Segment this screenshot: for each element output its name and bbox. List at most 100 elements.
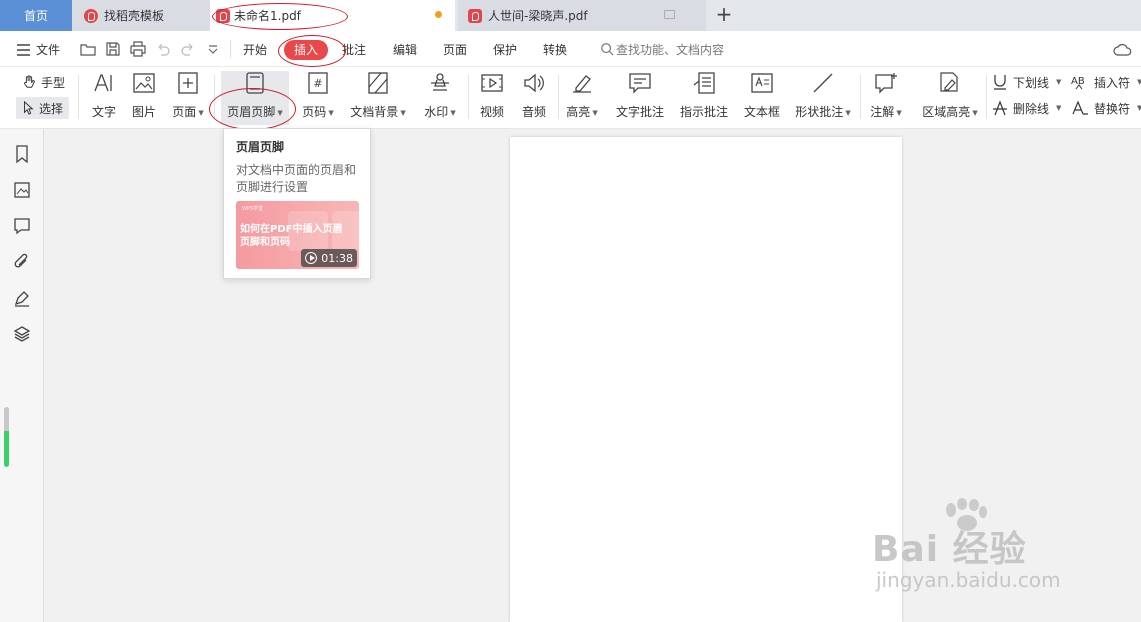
underline-label: 下划线 (1013, 75, 1050, 90)
shape-comment-button[interactable]: 形状批注 ▼ (792, 71, 854, 125)
strikethrough-label: 删除线 (1013, 101, 1050, 116)
text-comment-button[interactable]: 文字批注 (612, 71, 668, 125)
feature-search-input[interactable]: 查找功能、文档内容 (616, 40, 724, 60)
image-icon (133, 73, 155, 93)
open-folder-icon[interactable] (80, 41, 96, 57)
tab-home[interactable]: 首页 (0, 0, 72, 31)
insert-mark-icon: AB (1071, 76, 1085, 90)
annotation-button[interactable]: 注解 ▼ (866, 71, 906, 125)
replace-mark-label: 替换符 (1094, 101, 1131, 116)
hand-tool-label: 手型 (41, 75, 66, 90)
thumb-title: 如何在PDF中插入页眉页脚和页码 (240, 224, 343, 248)
replace-mark-button[interactable]: 替换符 ▼ (1071, 98, 1141, 118)
annotation-ellipse-tab (212, 3, 348, 30)
insert-page-button[interactable]: 页面 ▼ (166, 71, 210, 125)
tab-templates-label: 找稻壳模板 (104, 9, 165, 23)
underline-icon (994, 75, 1006, 90)
play-icon (305, 252, 318, 264)
tooltip-description: 对文档中页面的页眉和页脚进行设置 (236, 163, 357, 194)
page-number-label: 页码 (302, 105, 327, 119)
divider (78, 75, 79, 119)
insert-text-label: 文字 (91, 105, 116, 119)
comment-icon[interactable] (13, 217, 31, 235)
underline-button[interactable]: 下划线 ▼ (992, 72, 1061, 92)
page-number-icon: # (308, 72, 328, 94)
hamburger-menu-icon[interactable] (16, 42, 32, 58)
search-icon (601, 43, 614, 56)
tab-home-label: 首页 (23, 9, 48, 23)
redo-icon[interactable] (180, 41, 196, 57)
svg-text:AB: AB (1071, 76, 1085, 87)
print-icon[interactable] (130, 41, 146, 57)
bookmark-icon[interactable] (13, 145, 31, 163)
insert-audio-label: 音频 (521, 105, 546, 119)
insert-text-button[interactable]: 文字 (86, 71, 122, 125)
text-icon (94, 74, 112, 92)
sidebar-scroll-indicator[interactable] (4, 407, 9, 467)
document-background-label: 文档背景 (350, 105, 399, 119)
divider (986, 75, 987, 119)
textbox-button[interactable]: 文本框 (740, 71, 784, 125)
document-background-button[interactable]: 文档背景 ▼ (346, 71, 410, 125)
background-icon (368, 72, 388, 94)
header-footer-tooltip: 页眉页脚 对文档中页面的页眉和页脚进行设置 WPS学堂 如何在PDF中插入页眉页… (223, 128, 371, 279)
baidu-jingyan-watermark: Bai 经验 jingyan.baidu.com (872, 498, 1112, 608)
divider (558, 75, 559, 119)
watermark-button[interactable]: 水印 ▼ (418, 71, 462, 125)
video-duration: 01:38 (321, 251, 353, 265)
tab-doc2-label: 人世间-梁晓声.pdf (488, 9, 588, 23)
insert-image-label: 图片 (131, 105, 156, 119)
add-page-icon (178, 72, 198, 94)
new-tab-button[interactable]: + (712, 3, 736, 27)
callout-comment-button[interactable]: 指示批注 (676, 71, 732, 125)
insert-mark-button[interactable]: AB 插入符 ▼ (1071, 72, 1141, 92)
video-duration-badge: 01:38 (301, 249, 357, 267)
cloud-sync-icon[interactable] (1113, 42, 1133, 58)
insert-page-label: 页面 (172, 105, 197, 119)
docer-logo-icon (84, 8, 98, 23)
strikethrough-button[interactable]: 删除线 ▼ (992, 98, 1061, 118)
tab-document-renshijian[interactable]: 人世间-梁晓声.pdf (458, 0, 706, 31)
monitor-icon (664, 10, 675, 19)
app-window: 首页 找稻壳模板 未命名1.pdf 人世间-梁晓声.pdf + 文件 开始 插入… (0, 0, 1141, 622)
signature-icon[interactable] (13, 289, 31, 307)
undo-icon[interactable] (155, 41, 171, 57)
tab-templates[interactable]: 找稻壳模板 (72, 0, 210, 31)
menu-convert[interactable]: 转换 (543, 40, 567, 60)
menu-page[interactable]: 页面 (443, 40, 467, 60)
tutorial-video-thumbnail[interactable]: WPS学堂 如何在PDF中插入页眉页脚和页码 01:38 (236, 201, 359, 269)
insert-audio-button[interactable]: 音频 (516, 71, 552, 125)
insert-video-label: 视频 (479, 105, 504, 119)
area-highlight-button[interactable]: 区域高亮 ▼ (916, 71, 984, 125)
file-menu[interactable]: 文件 (36, 40, 60, 60)
video-icon (481, 74, 503, 92)
insert-video-button[interactable]: 视频 (474, 71, 510, 125)
highlight-label: 高亮 (566, 105, 591, 119)
layers-icon[interactable] (13, 325, 31, 343)
area-highlight-label: 区域高亮 (922, 105, 971, 119)
select-tool-button[interactable]: 选择 (16, 97, 70, 119)
pointer-icon (24, 101, 34, 115)
divider (860, 75, 861, 119)
menu-protect[interactable]: 保护 (493, 40, 517, 60)
quick-access-dropdown-icon[interactable] (205, 41, 221, 57)
highlight-button[interactable]: 高亮 ▼ (562, 71, 602, 125)
highlighter-icon (573, 75, 591, 93)
left-sidebar (0, 129, 44, 622)
menu-edit[interactable]: 编辑 (393, 40, 417, 60)
hand-tool-button[interactable]: 手型 (22, 72, 65, 92)
select-tool-label: 选择 (39, 101, 64, 116)
save-icon[interactable] (105, 41, 121, 57)
attachment-icon[interactable] (13, 253, 31, 271)
textbox-icon (751, 73, 773, 93)
pdf-page[interactable] (510, 137, 902, 622)
insert-image-button[interactable]: 图片 (126, 71, 162, 125)
annotation-label: 注解 (870, 105, 895, 119)
replace-mark-icon (1072, 100, 1088, 115)
page-number-button[interactable]: # 页码 ▼ (296, 71, 340, 125)
insert-mark-label: 插入符 (1094, 75, 1131, 90)
thumbnail-icon[interactable] (13, 181, 31, 199)
annotation-ellipse-insert (278, 35, 346, 67)
text-comment-icon (629, 73, 651, 94)
menu-start[interactable]: 开始 (243, 40, 267, 60)
